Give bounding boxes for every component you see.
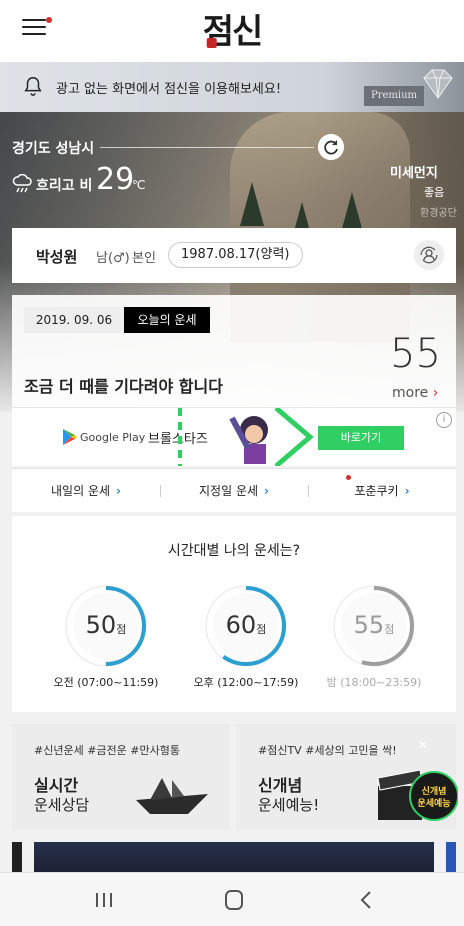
fortune-date: 2019. 09. 06: [24, 307, 124, 333]
google-play-icon: [63, 429, 77, 445]
paper-boat-icon: [136, 778, 208, 814]
quick-link-label: 내일의 운세: [51, 484, 111, 498]
promo-subtitle: 운세상담: [34, 796, 90, 814]
premium-banner[interactable]: 광고 없는 화면에서 점신을 이용해보세요! Premium: [0, 62, 464, 112]
promo-tags: #신년운세 #금전운 #만사형통: [34, 744, 180, 757]
quick-link-fortune-cookie[interactable]: 포춘쿠키 ›: [308, 469, 456, 513]
ad-character-image: [178, 408, 314, 466]
quick-link-date[interactable]: 지정일 운세 ›: [160, 469, 308, 513]
more-label: more: [392, 385, 429, 401]
profile-name: 박성원: [36, 248, 78, 266]
profile-gender: 남(♂): [96, 251, 130, 266]
logo-stamp-icon: [206, 38, 217, 48]
fine-dust-source: 환경공단: [420, 208, 457, 219]
premium-badge: Premium: [364, 86, 424, 106]
fortune-score: 55: [390, 331, 441, 377]
quick-link-label: 지정일 운세: [199, 484, 259, 498]
quick-link-tomorrow[interactable]: 내일의 운세 ›: [12, 469, 160, 513]
profile-birthdate: 1987.08.17(양력): [168, 242, 303, 268]
quick-link-label: 포춘쿠키: [354, 484, 399, 498]
temperature-unit: ℃: [132, 178, 146, 192]
app-header: 점신: [0, 0, 464, 62]
refresh-icon[interactable]: [318, 134, 344, 160]
promo-title: 실시간: [34, 776, 79, 795]
clapperboard-icon: 신개념 운세예능: [377, 769, 458, 821]
chevron-right-icon: ›: [116, 484, 121, 498]
app-logo[interactable]: 점신: [203, 4, 264, 53]
promo-title: 신개념: [258, 776, 303, 795]
svg-text:신개념: 신개념: [422, 785, 447, 797]
ad-info-icon[interactable]: i: [436, 412, 452, 428]
ad-cta-button[interactable]: 바로가기: [318, 426, 404, 450]
gauge-score: 60점: [225, 611, 267, 639]
temperature: 29: [96, 162, 135, 197]
ad-banner[interactable]: Google Play 브롤스타즈 바로가기 i: [12, 408, 456, 466]
fine-dust-value: 좋음: [424, 186, 445, 199]
new-badge-dot: [346, 475, 351, 480]
gauge-score: 50점: [85, 611, 127, 639]
banner-text: 광고 없는 화면에서 점신을 이용해보세요!: [56, 82, 282, 97]
gauge-afternoon[interactable]: 60점: [204, 584, 288, 668]
background-tree: [240, 182, 264, 226]
weather-condition: 흐리고 비: [36, 178, 93, 194]
switch-profile-icon[interactable]: [414, 240, 444, 270]
quick-links: 내일의 운세 › 지정일 운세 › 포춘쿠키 ›: [12, 468, 456, 512]
gauge-night[interactable]: 55점: [332, 584, 416, 668]
promo-tv[interactable]: #점신TV #세상의 고민을 싹! 신개념 운세예능! ✕ 신개념 운세예능: [236, 724, 458, 830]
content-preview-edge: [446, 842, 456, 872]
profile-relation: 본인: [132, 251, 156, 266]
fortune-tab[interactable]: 오늘의 운세: [124, 307, 210, 333]
fortune-more-link[interactable]: more ›: [392, 385, 438, 401]
promo-live-counsel[interactable]: #신년운세 #금전운 #만사형통 실시간 운세상담: [12, 724, 230, 830]
content-preview-edge: [12, 842, 22, 872]
recent-apps-icon[interactable]: [84, 887, 124, 913]
svg-text:운세예능: 운세예능: [417, 797, 450, 809]
rain-cloud-icon: [12, 174, 32, 193]
location-label[interactable]: 경기도 성남시: [12, 138, 94, 158]
google-play-label: Google Play: [80, 431, 146, 444]
home-icon[interactable]: [214, 887, 254, 913]
hamburger-menu-icon[interactable]: [22, 17, 52, 37]
system-nav-bar: [0, 872, 464, 926]
location-divider: [100, 147, 314, 148]
today-fortune-card[interactable]: 2019. 09. 06 오늘의 운세 55 조금 더 때를 기다려야 합니다 …: [12, 295, 456, 407]
profile-card[interactable]: 박성원 남(♂) 본인 1987.08.17(양력): [12, 228, 456, 283]
diamond-icon: [423, 69, 453, 99]
close-icon[interactable]: ✕: [418, 738, 428, 752]
gauge-label-afternoon: 오후 (12:00~17:59): [193, 676, 299, 689]
bell-icon: [24, 77, 42, 96]
notification-dot: [46, 17, 52, 23]
back-icon[interactable]: [346, 887, 386, 913]
chevron-right-icon: ›: [264, 484, 269, 498]
content-preview-banner[interactable]: [34, 842, 434, 872]
gauge-label-morning: 오전 (07:00~11:59): [53, 676, 159, 689]
gauge-score: 55점: [353, 611, 395, 639]
chevron-right-icon: ›: [404, 484, 410, 498]
gauge-morning[interactable]: 50점: [64, 584, 148, 668]
gauge-label-night: 밤 (18:00~23:59): [326, 676, 422, 689]
time-fortune-card: 시간대별 나의 운세는? 50점 오전 (07:00~11:59) 60점 오후…: [12, 516, 456, 712]
time-fortune-title: 시간대별 나의 운세는?: [167, 543, 301, 559]
promo-subtitle: 운세예능!: [258, 796, 320, 814]
promo-tags: #점신TV #세상의 고민을 싹!: [258, 744, 397, 757]
chevron-right-icon: ›: [432, 385, 439, 401]
fortune-message: 조금 더 때를 기다려야 합니다: [24, 377, 223, 396]
fine-dust-label: 미세먼지: [390, 166, 438, 181]
